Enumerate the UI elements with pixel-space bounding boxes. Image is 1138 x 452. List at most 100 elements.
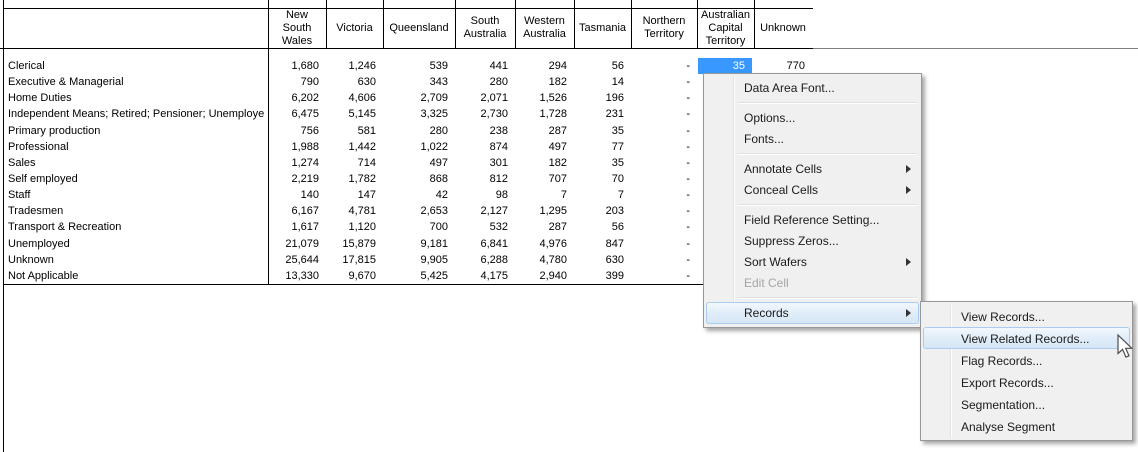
row-header[interactable]: Sales: [8, 155, 264, 171]
menu-item-conceal-cells[interactable]: Conceal Cells: [706, 179, 919, 200]
column-header[interactable]: Australian Capital Territory: [698, 9, 753, 47]
menu-item-export-records[interactable]: Export Records...: [923, 371, 1130, 393]
menu-item-annotate-cells[interactable]: Annotate Cells: [706, 158, 919, 179]
data-cell[interactable]: 35: [574, 155, 624, 171]
row-header[interactable]: Independent Means; Retired; Pensioner; U…: [8, 106, 264, 122]
menu-item-view-records[interactable]: View Records...: [923, 305, 1130, 327]
row-header[interactable]: Self employed: [8, 171, 264, 187]
data-cell[interactable]: 2,653: [383, 203, 448, 219]
data-cell[interactable]: -: [631, 252, 690, 268]
menu-item-analyse-segment[interactable]: Analyse Segment: [923, 415, 1130, 437]
data-cell[interactable]: 35: [574, 123, 624, 139]
data-cell[interactable]: 7: [574, 187, 624, 203]
data-cell[interactable]: 700: [383, 219, 448, 235]
row-header[interactable]: Not Applicable: [8, 268, 264, 284]
data-cell[interactable]: 9,181: [383, 236, 448, 252]
column-header[interactable]: Northern Territory: [632, 9, 696, 47]
data-cell[interactable]: 343: [383, 74, 448, 90]
row-header[interactable]: Primary production: [8, 123, 264, 139]
data-cell[interactable]: -: [631, 139, 690, 155]
data-cell[interactable]: 1,728: [515, 106, 567, 122]
menu-item-suppress-zeros[interactable]: Suppress Zeros...: [706, 230, 919, 251]
row-header[interactable]: Unemployed: [8, 236, 264, 252]
column-header[interactable]: Victoria: [327, 9, 382, 47]
data-cell[interactable]: 182: [515, 155, 567, 171]
data-cell[interactable]: 287: [515, 123, 567, 139]
data-cell[interactable]: -: [631, 236, 690, 252]
data-cell[interactable]: 1,295: [515, 203, 567, 219]
data-cell[interactable]: -: [631, 187, 690, 203]
data-cell[interactable]: 812: [455, 171, 508, 187]
data-cell[interactable]: 1,022: [383, 139, 448, 155]
data-cell[interactable]: 1,617: [268, 219, 319, 235]
data-cell[interactable]: 147: [326, 187, 376, 203]
data-cell[interactable]: 1,680: [268, 58, 319, 74]
data-cell[interactable]: 630: [574, 252, 624, 268]
data-cell[interactable]: 2,730: [455, 106, 508, 122]
data-cell[interactable]: 77: [574, 139, 624, 155]
data-cell[interactable]: 25,644: [268, 252, 319, 268]
menu-item-flag-records[interactable]: Flag Records...: [923, 349, 1130, 371]
data-cell[interactable]: -: [631, 219, 690, 235]
data-cell[interactable]: 4,976: [515, 236, 567, 252]
column-header[interactable]: South Australia: [456, 9, 514, 47]
data-cell[interactable]: 196: [574, 90, 624, 106]
row-header[interactable]: Executive & Managerial: [8, 74, 264, 90]
data-cell[interactable]: -: [631, 106, 690, 122]
data-cell[interactable]: 2,071: [455, 90, 508, 106]
data-cell[interactable]: 2,709: [383, 90, 448, 106]
data-cell[interactable]: 13,330: [268, 268, 319, 284]
data-cell[interactable]: 294: [515, 58, 567, 74]
data-cell[interactable]: 280: [455, 74, 508, 90]
data-cell[interactable]: 238: [455, 123, 508, 139]
data-cell[interactable]: 21,079: [268, 236, 319, 252]
column-header[interactable]: Unknown: [755, 9, 811, 47]
data-cell[interactable]: 6,202: [268, 90, 319, 106]
data-cell[interactable]: 1,782: [326, 171, 376, 187]
data-cell[interactable]: 497: [383, 155, 448, 171]
data-cell[interactable]: 287: [515, 219, 567, 235]
data-cell[interactable]: 6,841: [455, 236, 508, 252]
data-cell[interactable]: 539: [383, 58, 448, 74]
row-header[interactable]: Unknown: [8, 252, 264, 268]
data-cell[interactable]: 707: [515, 171, 567, 187]
menu-item-fonts[interactable]: Fonts...: [706, 128, 919, 149]
data-cell[interactable]: 301: [455, 155, 508, 171]
data-cell[interactable]: 868: [383, 171, 448, 187]
data-cell[interactable]: 7: [515, 187, 567, 203]
menu-item-data-area-font[interactable]: Data Area Font...: [706, 77, 919, 98]
data-cell[interactable]: 6,475: [268, 106, 319, 122]
column-header[interactable]: Western Australia: [516, 9, 573, 47]
data-cell[interactable]: 231: [574, 106, 624, 122]
data-cell[interactable]: 756: [268, 123, 319, 139]
column-header[interactable]: Tasmania: [575, 9, 630, 47]
data-cell[interactable]: -: [631, 74, 690, 90]
menu-item-segmentation[interactable]: Segmentation...: [923, 393, 1130, 415]
menu-item-records[interactable]: Records: [706, 302, 919, 324]
data-cell[interactable]: -: [631, 58, 690, 74]
data-cell[interactable]: 847: [574, 236, 624, 252]
data-cell[interactable]: 6,167: [268, 203, 319, 219]
data-cell[interactable]: 630: [326, 74, 376, 90]
data-cell[interactable]: 4,781: [326, 203, 376, 219]
data-cell[interactable]: 5,425: [383, 268, 448, 284]
column-header[interactable]: New South Wales: [269, 9, 325, 47]
data-cell[interactable]: -: [631, 155, 690, 171]
data-cell[interactable]: 2,940: [515, 268, 567, 284]
data-cell[interactable]: 9,670: [326, 268, 376, 284]
row-header[interactable]: Home Duties: [8, 90, 264, 106]
data-cell[interactable]: 2,219: [268, 171, 319, 187]
data-cell[interactable]: 1,120: [326, 219, 376, 235]
row-header[interactable]: Staff: [8, 187, 264, 203]
data-cell[interactable]: 1,442: [326, 139, 376, 155]
data-cell[interactable]: 182: [515, 74, 567, 90]
menu-item-field-reference-setting[interactable]: Field Reference Setting...: [706, 209, 919, 230]
data-cell[interactable]: 1,988: [268, 139, 319, 155]
menu-item-sort-wafers[interactable]: Sort Wafers: [706, 251, 919, 272]
data-cell[interactable]: 56: [574, 219, 624, 235]
data-cell[interactable]: 532: [455, 219, 508, 235]
selected-cell[interactable]: 35: [698, 58, 752, 74]
data-cell[interactable]: -: [631, 268, 690, 284]
data-cell[interactable]: 9,905: [383, 252, 448, 268]
data-cell[interactable]: 42: [383, 187, 448, 203]
